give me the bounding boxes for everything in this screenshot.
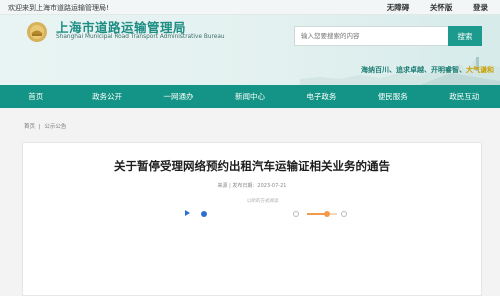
site-subtitle: Shanghai Municipal Road Transport Admini…	[56, 34, 225, 40]
article-meta: 来源 | 发布日期：2023-07-21	[217, 183, 287, 189]
play-icon[interactable]	[185, 210, 190, 216]
search-button[interactable]: 搜索	[448, 26, 482, 46]
search-input[interactable]	[294, 26, 448, 46]
site-header: 上海市道路运输管理局 Shanghai Municipal Road Trans…	[0, 15, 500, 85]
breadcrumb-home[interactable]: 首页	[24, 124, 35, 130]
nav-item-gov-affairs[interactable]: 政务公开	[71, 85, 142, 108]
nav-item-interaction[interactable]: 政民互动	[429, 85, 500, 108]
seal-emblem-icon[interactable]	[26, 21, 48, 43]
nav-item-home[interactable]: 首页	[0, 85, 71, 108]
nav-item-e-gov[interactable]: 电子政务	[286, 85, 357, 108]
settings-icon[interactable]	[341, 211, 347, 217]
accessibility-link[interactable]: 无障碍	[387, 3, 410, 12]
top-bar: 欢迎来到上海市道路运输管理局! 无障碍 关怀版 登录	[0, 0, 500, 15]
article-card: 关于暂停受理网络预约出租汽车运输证相关业务的通告 来源 | 发布日期：2023-…	[22, 142, 482, 296]
nav-item-services[interactable]: 便民服务	[357, 85, 428, 108]
elder-mode-link[interactable]: 关怀版	[430, 3, 453, 12]
volume-knob[interactable]	[324, 211, 331, 217]
top-links: 无障碍 关怀版 登录	[369, 2, 488, 13]
breadcrumb-separator: |	[38, 124, 41, 130]
breadcrumb-announcements[interactable]: 公示公告	[44, 124, 66, 130]
article-title: 关于暂停受理网络预约出租汽车运输证相关业务的通告	[114, 159, 390, 173]
speed-icon[interactable]	[293, 211, 299, 217]
login-link[interactable]: 登录	[473, 3, 488, 12]
breadcrumb: 首页 | 公示公告	[24, 122, 66, 130]
audio-label: 以听的方式阅读	[247, 199, 279, 204]
slogan-highlight: 大气谦和	[466, 66, 494, 74]
slogan: 海纳百川、追求卓越、开明睿智、大气谦和	[361, 65, 494, 75]
nav-item-one-stop[interactable]: 一网通办	[143, 85, 214, 108]
slogan-main: 海纳百川、追求卓越、开明睿智、	[361, 66, 466, 74]
main-nav: 首页 政务公开 一网通办 新闻中心 电子政务 便民服务 政民互动	[0, 85, 500, 108]
progress-dot[interactable]	[201, 211, 207, 217]
nav-item-news[interactable]: 新闻中心	[214, 85, 285, 108]
welcome-text: 欢迎来到上海市道路运输管理局!	[8, 4, 109, 12]
audio-player	[171, 206, 351, 222]
